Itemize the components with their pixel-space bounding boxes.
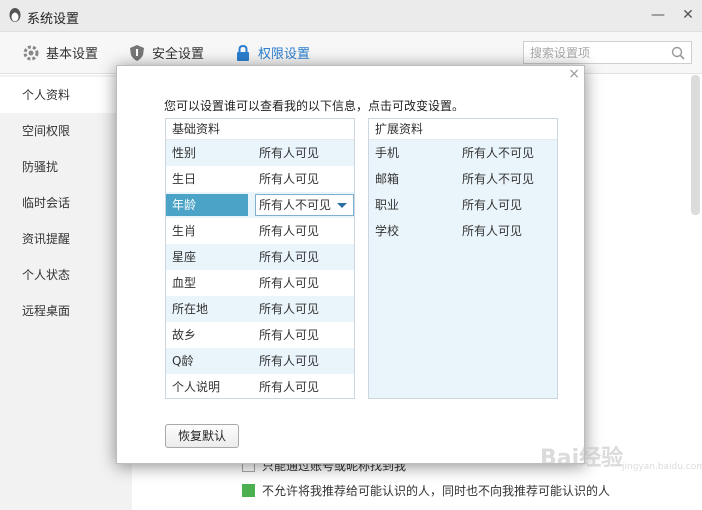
sidebar-item-profile[interactable]: 个人资料: [0, 77, 132, 113]
sidebar-item-personal-status[interactable]: 个人状态: [0, 257, 132, 293]
info-row-phone[interactable]: 手机 所有人不可见: [369, 140, 557, 166]
info-value[interactable]: 所有人可见: [259, 166, 319, 192]
info-row-constellation[interactable]: 星座 所有人可见: [166, 244, 354, 270]
info-key: 生日: [172, 172, 197, 186]
info-key: 学校: [375, 224, 400, 238]
info-key: 邮箱: [375, 172, 400, 186]
lock-icon: [237, 44, 249, 61]
option-no-recommend[interactable]: 不允许将我推荐给可能认识的人，同时也不向我推荐可能认识的人: [242, 484, 610, 502]
info-value[interactable]: 所有人可见: [259, 348, 319, 374]
watermark-text: Bai经验: [540, 446, 624, 471]
basic-info-panel: 基础资料 性别 所有人可见 生日 所有人可见 年龄 所有人不可见 生肖 所有人可见 星…: [165, 118, 355, 399]
info-key: 职业: [375, 198, 400, 212]
info-value[interactable]: 所有人可见: [259, 218, 319, 244]
info-value[interactable]: 所有人可见: [462, 218, 522, 244]
chevron-down-icon[interactable]: [337, 203, 347, 208]
info-row-location[interactable]: 所在地 所有人可见: [166, 296, 354, 322]
search-icon[interactable]: [670, 45, 686, 61]
dropdown-value: 所有人不可见: [259, 198, 332, 212]
settings-sidebar: 个人资料 空间权限 防骚扰 临时会话 资讯提醒 个人状态 远程桌面: [0, 75, 132, 510]
info-value[interactable]: 所有人可见: [462, 192, 522, 218]
info-row-birthday[interactable]: 生日 所有人可见: [166, 166, 354, 192]
close-window-button[interactable]: ✕: [677, 4, 699, 26]
info-row-zodiac[interactable]: 生肖 所有人可见: [166, 218, 354, 244]
info-row-gender[interactable]: 性别 所有人可见: [166, 140, 354, 166]
info-row-age[interactable]: 年龄 所有人不可见: [166, 192, 354, 218]
panel-header: 基础资料: [166, 119, 354, 140]
sidebar-item-temp-session[interactable]: 临时会话: [0, 185, 132, 221]
minimize-button[interactable]: —: [647, 4, 669, 26]
info-key: 手机: [375, 146, 400, 160]
info-key: 所在地: [172, 302, 209, 316]
info-value[interactable]: 所有人不可见: [462, 166, 534, 192]
tab-label: 安全设置: [152, 47, 205, 62]
info-row-occupation[interactable]: 职业 所有人可见: [369, 192, 557, 218]
info-row-email[interactable]: 邮箱 所有人不可见: [369, 166, 557, 192]
sidebar-item-remote-desktop[interactable]: 远程桌面: [0, 293, 132, 329]
info-row-school[interactable]: 学校 所有人可见: [369, 218, 557, 244]
panel-header: 扩展资料: [369, 119, 557, 140]
sidebar-item-news-reminder[interactable]: 资讯提醒: [0, 221, 132, 257]
info-key-selected: 年龄: [166, 194, 248, 216]
tab-security-settings[interactable]: 安全设置: [128, 44, 204, 64]
info-row-blood-type[interactable]: 血型 所有人可见: [166, 270, 354, 296]
info-key: Q龄: [172, 354, 194, 368]
main-scrollbar[interactable]: [691, 75, 700, 215]
restore-defaults-button[interactable]: 恢复默认: [165, 424, 239, 448]
search-box[interactable]: [523, 41, 692, 64]
extended-info-panel: 扩展资料 手机 所有人不可见 邮箱 所有人不可见 职业 所有人可见 学校 所有人可见: [368, 118, 558, 399]
shield-icon: [130, 45, 144, 61]
title-bar: 系统设置 — ✕: [0, 0, 702, 32]
gear-icon: [23, 45, 39, 61]
info-row-bio[interactable]: 个人说明 所有人可见: [166, 374, 354, 400]
info-key: 个人说明: [172, 380, 221, 394]
dialog-intro: 您可以设置谁可以查看我的以下信息，点击可改变设置。: [164, 99, 465, 113]
tab-permission-settings[interactable]: 权限设置: [234, 44, 310, 64]
info-value[interactable]: 所有人可见: [259, 244, 319, 270]
tab-label: 权限设置: [258, 47, 311, 62]
search-input[interactable]: [524, 42, 664, 63]
sidebar-item-anti-harassment[interactable]: 防骚扰: [0, 149, 132, 185]
close-icon[interactable]: ×: [568, 66, 580, 82]
baidu-watermark: Bai经验 jingyan.baidu.com: [540, 432, 702, 476]
info-key: 星座: [172, 250, 197, 264]
window-title: 系统设置: [27, 12, 80, 27]
info-row-hometown[interactable]: 故乡 所有人可见: [166, 322, 354, 348]
info-value[interactable]: 所有人可见: [259, 270, 319, 296]
info-key: 故乡: [172, 328, 197, 342]
info-key: 生肖: [172, 224, 197, 238]
info-value[interactable]: 所有人可见: [259, 374, 319, 400]
qq-penguin-icon: [9, 8, 21, 22]
tab-label: 基本设置: [46, 47, 99, 62]
info-value[interactable]: 所有人可见: [259, 322, 319, 348]
checkbox-checked[interactable]: [242, 484, 255, 497]
visibility-dropdown[interactable]: 所有人不可见: [255, 194, 354, 216]
watermark-url: jingyan.baidu.com: [622, 462, 702, 472]
sidebar-item-space-permission[interactable]: 空间权限: [0, 113, 132, 149]
option-label: 不允许将我推荐给可能认识的人，同时也不向我推荐可能认识的人: [262, 484, 611, 498]
info-value[interactable]: 所有人可见: [259, 140, 319, 166]
profile-visibility-dialog: × 您可以设置谁可以查看我的以下信息，点击可改变设置。 基础资料 性别 所有人可见…: [116, 65, 585, 464]
info-value[interactable]: 所有人可见: [259, 296, 319, 322]
tab-basic-settings[interactable]: 基本设置: [22, 44, 98, 64]
info-value[interactable]: 所有人不可见: [462, 140, 534, 166]
info-key: 血型: [172, 276, 197, 290]
info-key: 性别: [172, 146, 197, 160]
info-row-q-age[interactable]: Q龄 所有人可见: [166, 348, 354, 374]
